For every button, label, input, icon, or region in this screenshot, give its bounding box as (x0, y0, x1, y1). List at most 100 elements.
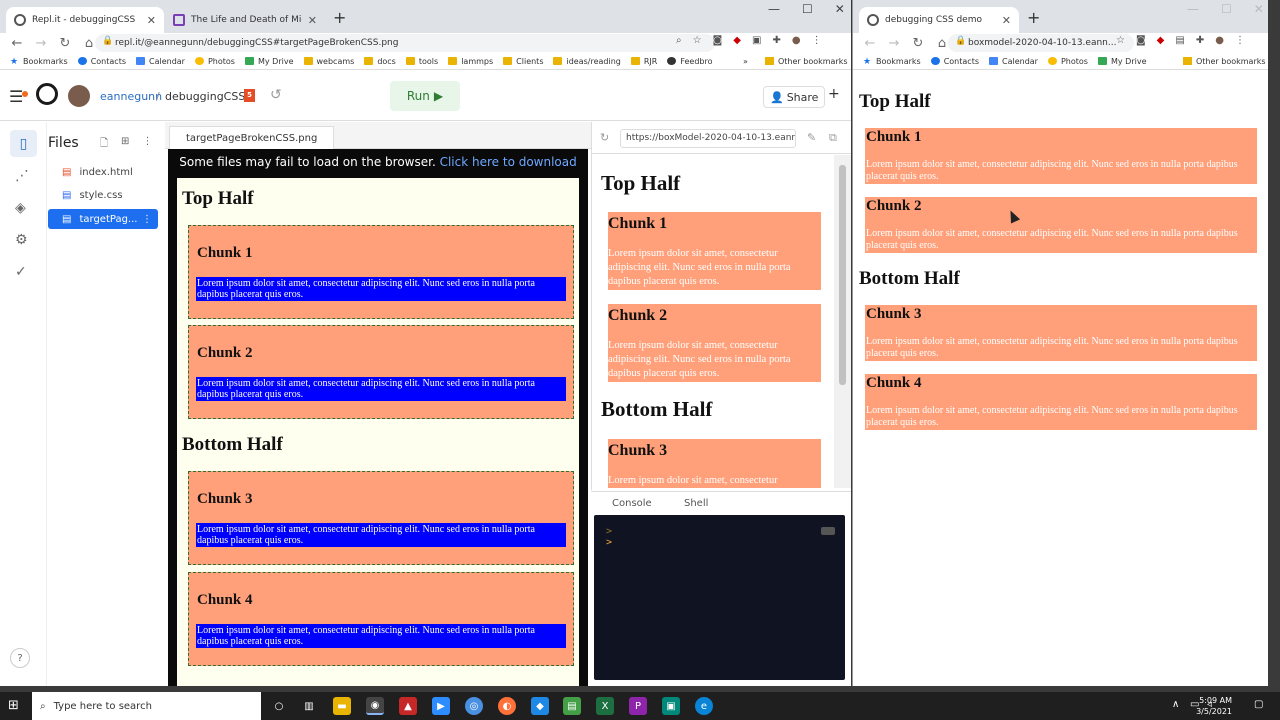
files-icon[interactable]: ▯ (10, 130, 37, 157)
webview-reload-icon[interactable]: ↻ (600, 131, 609, 144)
add-icon[interactable]: + (828, 86, 840, 102)
forward-icon[interactable]: → (887, 36, 901, 51)
other-bookmarks[interactable]: Other bookmarks (765, 57, 848, 66)
settings-gear-icon[interactable]: ⚙ (15, 232, 28, 248)
tab-console[interactable]: Console (612, 498, 652, 509)
chrome-alt-icon[interactable]: ◎ (465, 697, 483, 715)
file-style-css[interactable]: ▤ style.css (48, 185, 158, 205)
firefox-icon[interactable]: ◐ (498, 697, 516, 715)
bookmark-calendar[interactable]: Calendar (989, 57, 1038, 66)
file-explorer-icon[interactable]: ▬ (333, 697, 351, 715)
cortana-icon[interactable]: ○ (270, 697, 288, 715)
taskbar-search[interactable]: ⌕ Type here to search (32, 692, 261, 720)
more-options-icon[interactable]: ⋮ (142, 136, 152, 153)
extension-icon[interactable]: ▣ (752, 35, 761, 46)
checkmark-icon[interactable]: ✓ (15, 264, 27, 280)
close-tab-icon[interactable]: ✕ (147, 14, 156, 27)
phpstorm-icon[interactable]: P (629, 697, 647, 715)
bookmark-docs[interactable]: docs (364, 57, 396, 66)
camera-icon[interactable]: ◙ (1136, 35, 1146, 46)
other-bookmarks[interactable]: Other bookmarks (1183, 57, 1266, 66)
minimize-icon[interactable]: — (1187, 2, 1199, 16)
file-target-page[interactable]: ▤ targetPag... ⋮ (48, 209, 158, 229)
tab-shell[interactable]: Shell (684, 498, 708, 509)
new-folder-icon[interactable]: ⊞ (121, 136, 129, 153)
new-tab-icon[interactable]: + (1027, 8, 1040, 27)
app-bird-icon[interactable]: ◆ (531, 697, 549, 715)
home-icon[interactable]: ⌂ (82, 36, 96, 51)
home-icon[interactable]: ⌂ (935, 36, 949, 51)
download-link[interactable]: Click here to download (440, 155, 577, 169)
bookmark-feedbro[interactable]: Feedbro (667, 57, 713, 66)
notepad-icon[interactable]: ▤ (563, 697, 581, 715)
clear-console-icon[interactable] (821, 527, 835, 535)
tab-microsoft[interactable]: The Life and Death of Microsoft ✕ (165, 7, 325, 33)
bookmark-bookmarks[interactable]: ★ Bookmarks (10, 57, 68, 68)
hamburger-menu-icon[interactable]: ☰ (9, 87, 23, 106)
history-icon[interactable]: ↺ (270, 87, 282, 103)
editor-tab-image[interactable]: targetPageBrokenCSS.png (169, 126, 335, 149)
minimize-icon[interactable]: — (768, 2, 780, 16)
back-icon[interactable]: ← (10, 36, 24, 51)
close-window-icon[interactable]: ✕ (835, 2, 845, 16)
bookmark-my-drive[interactable]: My Drive (1097, 57, 1147, 66)
more-bookmarks-icon[interactable]: » (743, 57, 748, 66)
bookmark-clients[interactable]: Clients (503, 57, 543, 66)
shield-icon[interactable]: ◆ (1157, 35, 1165, 46)
file-menu-icon[interactable]: ⋮ (142, 214, 152, 225)
url-field[interactable]: 🔒 boxmodel-2020-04-10-13.eann... (948, 34, 1134, 52)
bookmark-rjr[interactable]: RJR (630, 57, 657, 66)
reload-icon[interactable]: ↻ (911, 36, 925, 51)
bookmark-contacts[interactable]: Contacts (77, 57, 126, 66)
webview-url-field[interactable]: https://boxModel-2020-04-10-13.eanr (620, 129, 796, 148)
help-icon[interactable]: ? (10, 648, 30, 668)
document-icon[interactable]: ▤ (1175, 35, 1184, 46)
bookmark-webcams[interactable]: webcams (303, 57, 354, 66)
zoom-app-icon[interactable]: ▶ (432, 697, 450, 715)
star-icon[interactable]: ☆ (1116, 35, 1125, 46)
bookmark-lammps[interactable]: lammps (448, 57, 493, 66)
menu-icon[interactable]: ⋮ (812, 35, 822, 46)
scrollbar-thumb[interactable] (839, 165, 846, 385)
bookmark-tools[interactable]: tools (405, 57, 438, 66)
run-button[interactable]: Run ▶ (390, 81, 460, 111)
bookmark-bookmarks[interactable]: ★ Bookmarks (863, 57, 921, 68)
excel-icon[interactable]: X (596, 697, 614, 715)
close-window-icon[interactable]: ✕ (1254, 2, 1264, 16)
file-index-html[interactable]: ▤ index.html (48, 162, 158, 182)
menu-icon[interactable]: ⋮ (1235, 35, 1245, 46)
url-field[interactable]: 🔒 repl.it/@eannegunn/debuggingCSS#target… (95, 34, 715, 52)
chrome-icon[interactable]: ◉ (366, 697, 384, 715)
username-link[interactable]: eannegunn (100, 90, 162, 103)
close-tab-icon[interactable]: ✕ (1002, 14, 1011, 27)
task-view-icon[interactable]: ▥ (300, 697, 318, 715)
puzzle-icon[interactable]: ✚ (772, 35, 780, 46)
edit-pencil-icon[interactable]: ✎ (807, 131, 816, 144)
windows-start-icon[interactable]: ⊞ (8, 698, 19, 713)
replit-logo-icon[interactable] (36, 83, 58, 105)
maximize-icon[interactable]: ☐ (802, 2, 813, 16)
project-name[interactable]: debuggingCSS (165, 90, 245, 103)
tab-demo[interactable]: debugging CSS demo ✕ (859, 7, 1019, 33)
shield-icon[interactable]: ◆ (733, 35, 741, 46)
share-network-icon[interactable]: ⋰ (15, 168, 29, 184)
puzzle-icon[interactable]: ✚ (1196, 35, 1204, 46)
webview-scrollbar[interactable] (834, 155, 851, 488)
notifications-icon[interactable]: ▢ (1254, 699, 1263, 710)
terminal-icon[interactable]: ▣ (662, 697, 680, 715)
back-icon[interactable]: ← (863, 36, 877, 51)
app-icon[interactable]: ▲ (399, 697, 417, 715)
forward-icon[interactable]: → (34, 36, 48, 51)
zoom-icon[interactable]: ⌕ (676, 35, 682, 46)
tray-chevron-icon[interactable]: ∧ (1172, 699, 1179, 710)
clock[interactable]: 5:09 AM 3/5/2021 (1196, 695, 1232, 717)
bookmark-my-drive[interactable]: My Drive (244, 57, 294, 66)
new-file-icon[interactable]: 🗋 (100, 136, 108, 153)
packages-icon[interactable]: ◈ (15, 200, 26, 216)
maximize-icon[interactable]: ☐ (1221, 2, 1232, 16)
bookmark-photos[interactable]: Photos (194, 57, 235, 66)
bookmark-ideas-reading[interactable]: ideas/reading (553, 57, 621, 66)
close-tab-icon[interactable]: ✕ (308, 14, 317, 27)
bookmark-photos[interactable]: Photos (1047, 57, 1088, 66)
profile-avatar-icon[interactable]: ● (1215, 35, 1224, 46)
